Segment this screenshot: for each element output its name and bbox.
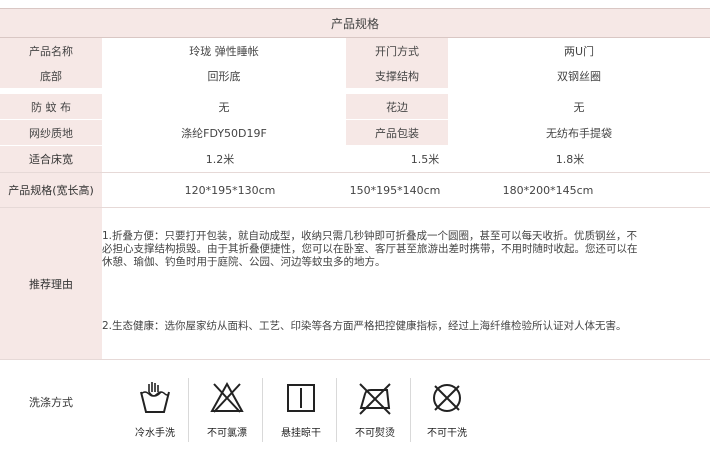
spec-value: 无纺布手提袋 xyxy=(448,120,710,145)
spec-row: 网纱质地 涤纶FDY50D19F 产品包装 无纺布手提袋 xyxy=(0,120,710,145)
spec-value: 双钢丝圈 xyxy=(448,63,710,88)
wash-caption: 不可干洗 xyxy=(427,428,467,439)
hand-wash-icon xyxy=(140,382,170,413)
bed-width-value: 1.8米 xyxy=(555,153,585,166)
spec-row: 底部 回形底 支撑结构 双钢丝圈 xyxy=(0,63,710,88)
spec-row: 防 蚊 布 无 花边 无 xyxy=(0,94,710,119)
spec-label: 底部 xyxy=(0,63,102,88)
spec-value: 两U门 xyxy=(448,38,710,63)
no-dry-clean-icon xyxy=(433,384,461,412)
spec-value: 无 xyxy=(448,94,710,119)
wash-caption: 不可氯漂 xyxy=(207,428,247,439)
recommend-text-2: 2.生态健康：选你屋家纺从面料、工艺、印染等各方面严格把控健康指标，经过上海纤维… xyxy=(102,320,627,332)
spec-value: 玲珑 弹性睡帐 xyxy=(102,38,346,63)
spec-label: 支撑结构 xyxy=(346,63,448,88)
wash-caption: 悬挂晾干 xyxy=(281,428,321,439)
no-iron-icon xyxy=(359,383,391,415)
size-value: 120*195*130cm xyxy=(184,183,276,197)
spec-label: 防 蚊 布 xyxy=(0,94,102,119)
spec-row: 产品名称 玲珑 弹性睡帐 开门方式 两U门 xyxy=(0,38,710,63)
bed-width-label: 适合床宽 xyxy=(0,146,102,172)
spec-label: 花边 xyxy=(346,94,448,119)
spec-title: 产品规格 xyxy=(0,8,710,38)
recommend-label: 推荐理由 xyxy=(0,208,102,359)
spec-label: 产品名称 xyxy=(0,38,102,63)
wash-item: 悬挂晾干 xyxy=(266,380,336,444)
wash-item: 不可熨烫 xyxy=(340,380,410,444)
spec-value: 无 xyxy=(102,94,346,119)
bed-width-row: 适合床宽 1.2米 1.5米 1.8米 xyxy=(0,146,710,173)
wash-caption: 冷水手洗 xyxy=(135,428,175,439)
wash-item: 不可干洗 xyxy=(412,380,482,444)
size-value: 180*200*145cm xyxy=(502,183,594,197)
spec-label: 开门方式 xyxy=(346,38,448,63)
bed-width-value: 1.2米 xyxy=(205,153,235,166)
wash-section: 洗涤方式 冷水手洗 不可氯漂 悬挂晾干 不可熨烫 不可干洗 xyxy=(0,360,710,451)
recommend-section: 推荐理由 1.折叠方便：只要打开包装，就自动成型，收纳只需几秒钟即可折叠成一个圆… xyxy=(0,208,710,360)
wash-item: 冷水手洗 xyxy=(120,380,190,444)
size-label: 产品规格(宽长高) xyxy=(0,173,102,207)
hang-dry-icon xyxy=(287,384,315,412)
wash-caption: 不可熨烫 xyxy=(355,428,395,439)
no-bleach-icon xyxy=(210,381,244,413)
spec-label: 产品包装 xyxy=(346,120,448,145)
spec-label: 网纱质地 xyxy=(0,120,102,145)
wash-item: 不可氯漂 xyxy=(192,380,262,444)
recommend-text-1: 1.折叠方便：只要打开包装，就自动成型，收纳只需几秒钟即可折叠成一个圆圈，甚至可… xyxy=(102,230,638,268)
wash-label: 洗涤方式 xyxy=(0,370,102,434)
size-row: 产品规格(宽长高) 120*195*130cm 150*195*140cm 18… xyxy=(0,173,710,208)
divider xyxy=(410,378,411,442)
product-spec-sheet: 产品规格 产品名称 玲珑 弹性睡帐 开门方式 两U门 底部 回形底 支撑结构 双… xyxy=(0,0,710,451)
divider xyxy=(188,378,189,442)
spec-value: 涤纶FDY50D19F xyxy=(102,120,346,145)
bed-width-value: 1.5米 xyxy=(410,153,440,166)
divider xyxy=(336,378,337,442)
spec-value: 回形底 xyxy=(102,63,346,88)
size-value: 150*195*140cm xyxy=(349,183,441,197)
divider xyxy=(262,378,263,442)
